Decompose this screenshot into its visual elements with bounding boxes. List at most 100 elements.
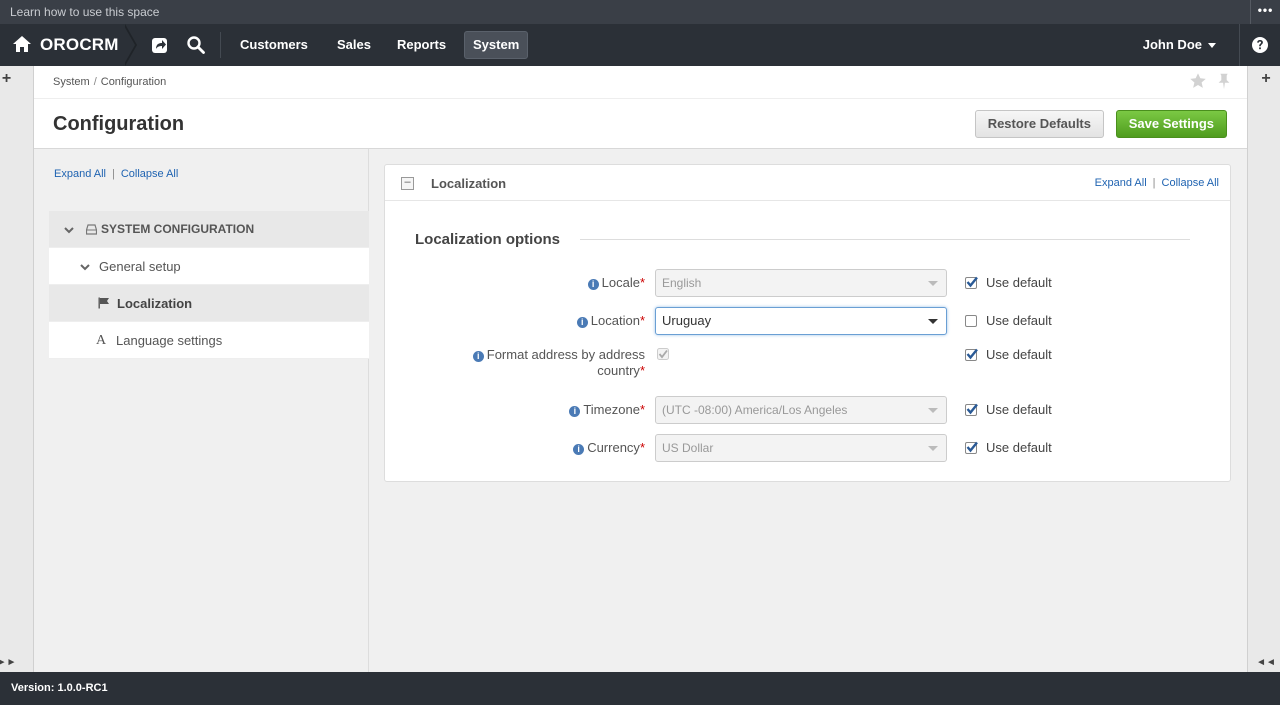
field-label-text: Locale [601,275,640,290]
field-label: i Locale* [587,275,645,291]
tree-item-label: Language settings [116,333,223,348]
link-divider: | [1152,177,1156,189]
section-title: Localization [431,176,507,191]
field-label-text: Timezone [583,402,640,417]
title-bar: Configuration Restore Defaults Save Sett… [34,98,1247,148]
required-marker: * [639,440,645,455]
use-default-checkbox[interactable] [965,315,977,327]
subsection-title: Localization options [415,231,560,248]
info-icon[interactable]: i [472,351,484,362]
nav-separator [220,32,221,58]
info-icon[interactable]: i [569,406,581,417]
caret-down-icon [928,319,938,324]
use-default-locale[interactable]: Use default [965,275,1052,291]
field-label: i Format address by address country* [472,347,645,379]
required-marker: * [639,402,645,417]
use-default-checkbox[interactable] [965,276,978,289]
footer: Version: 1.0.0-RC1 [0,672,1280,705]
add-widget-icon[interactable]: + [1250,70,1280,88]
caret-down-icon [928,446,938,451]
use-default-label: Use default [986,275,1052,290]
use-default-timezone[interactable]: Use default [965,402,1052,418]
favorite-star-icon[interactable] [1189,72,1207,90]
menu-customers[interactable]: Customers [232,31,316,59]
tree-item-system-configuration[interactable]: SYSTEM CONFIGURATION [49,211,369,248]
use-default-checkbox[interactable] [965,348,978,361]
configuration-tree: Expand All | Collapse All SYSTEM CONFIGURA… [34,149,369,673]
info-icon[interactable]: i [576,317,588,328]
use-default-label: Use default [986,347,1052,362]
breadcrumb-system[interactable]: System [53,76,90,88]
currency-select[interactable]: US Dollar [655,434,947,462]
chevron-down-icon [64,227,74,234]
tree-expand-all-link[interactable]: Expand All [54,168,106,180]
help-icon[interactable] [1250,35,1270,55]
restore-defaults-button[interactable]: Restore Defaults [974,110,1104,138]
brand-name: OROCRM [40,35,119,54]
tree-toggle-links: Expand All | Collapse All [54,168,178,180]
required-marker: * [639,313,645,328]
subsection-divider [580,239,1190,240]
use-default-label: Use default [986,440,1052,455]
expand-sidebar-icon[interactable]: ►► [0,657,23,668]
tree-collapse-all-link[interactable]: Collapse All [121,168,178,180]
menu-sales[interactable]: Sales [329,31,379,59]
left-sidebar: + ►► [0,66,34,672]
expand-sidebar-icon[interactable]: ◄◄ [1250,657,1280,668]
menu-system[interactable]: System [464,31,529,59]
use-default-checkbox[interactable] [965,441,978,454]
add-widget-icon[interactable]: + [0,70,23,88]
caret-down-icon [928,408,938,413]
use-default-label: Use default [986,402,1052,417]
collapse-section-icon[interactable]: – [401,177,414,190]
caret-down-icon [928,281,938,286]
more-options-icon[interactable]: ••• [1250,0,1280,24]
search-icon[interactable] [186,35,206,55]
section-expand-all-link[interactable]: Expand All [1095,177,1147,189]
field-label-text: Currency [587,440,640,455]
info-icon[interactable]: i [587,279,599,290]
pin-icon[interactable] [1215,72,1233,90]
use-default-location[interactable]: Use default [965,313,1052,329]
configuration-body: Expand All | Collapse All SYSTEM CONFIGURA… [34,148,1247,673]
font-icon: A [96,333,107,348]
tree-item-language-settings[interactable]: A Language settings [49,322,369,359]
location-select[interactable]: Uruguay [655,307,947,335]
use-default-currency[interactable]: Use default [965,440,1052,456]
select-value: (UTC -08:00) America/Los Angeles [662,403,848,417]
tree-list: SYSTEM CONFIGURATION General setup Local… [49,211,369,359]
breadcrumb-configuration: Configuration [100,76,167,88]
field-label: i Timezone* [569,402,645,418]
tree-item-label: SYSTEM CONFIGURATION [101,222,255,236]
learn-link[interactable]: Learn how to use this space [10,5,159,19]
menu-reports[interactable]: Reports [389,31,454,59]
required-marker: * [639,275,645,290]
use-default-checkbox[interactable] [965,403,978,416]
save-settings-button[interactable]: Save Settings [1115,110,1227,138]
nav-separator [1239,24,1240,66]
use-default-format-address[interactable]: Use default [965,347,1052,363]
drive-icon [86,224,97,235]
select-value: Uruguay [662,313,712,328]
field-label: i Location* [576,313,645,329]
user-menu[interactable]: John Doe [1143,31,1216,59]
share-icon[interactable] [150,35,170,55]
info-icon[interactable]: i [573,444,585,455]
tree-item-label: General setup [99,259,181,274]
logo[interactable]: OROCRM [0,24,128,66]
field-label-text: country [597,363,640,378]
section-collapse-all-link[interactable]: Collapse All [1162,177,1219,189]
user-name: John Doe [1142,37,1202,52]
tree-item-general-setup[interactable]: General setup [49,248,369,285]
breadcrumb: System / Configuration [53,76,166,88]
locale-select[interactable]: English [655,269,947,297]
localization-section: – Localization Expand All | Collapse All L… [384,164,1231,482]
section-toggle-links: Expand All | Collapse All [1095,177,1219,189]
page-title: Configuration [53,113,185,135]
select-value: US Dollar [662,441,714,455]
tree-item-localization[interactable]: Localization [49,285,369,322]
learn-bar[interactable]: Learn how to use this space ••• [0,0,1280,24]
home-icon [13,36,31,52]
format-address-checkbox[interactable] [657,348,669,360]
timezone-select[interactable]: (UTC -08:00) America/Los Angeles [655,396,947,424]
